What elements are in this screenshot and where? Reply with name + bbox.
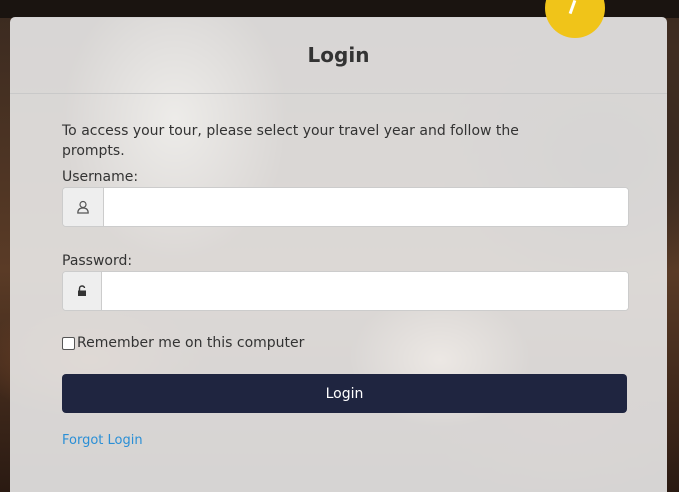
login-button[interactable]: Login bbox=[62, 374, 627, 413]
unlocked-padlock-icon bbox=[63, 272, 102, 310]
password-input[interactable] bbox=[102, 272, 628, 310]
badge-glyph bbox=[568, 0, 577, 15]
username-input-group bbox=[62, 187, 629, 227]
remember-me-label[interactable]: Remember me on this computer bbox=[77, 335, 304, 351]
forgot-login-link[interactable]: Forgot Login bbox=[62, 433, 143, 448]
login-panel: Login To access your tour, please select… bbox=[10, 17, 667, 492]
password-label: Password: bbox=[62, 253, 133, 269]
login-form: To access your tour, please select your … bbox=[10, 121, 667, 448]
remember-me-checkbox[interactable] bbox=[62, 336, 75, 350]
username-label: Username: bbox=[62, 169, 139, 185]
panel-title: Login bbox=[307, 43, 370, 67]
remember-me-row[interactable]: Remember me on this computer bbox=[62, 333, 627, 353]
user-icon bbox=[63, 188, 104, 226]
password-input-group bbox=[62, 271, 629, 311]
username-input[interactable] bbox=[104, 188, 628, 226]
intro-text: To access your tour, please select your … bbox=[62, 123, 519, 159]
